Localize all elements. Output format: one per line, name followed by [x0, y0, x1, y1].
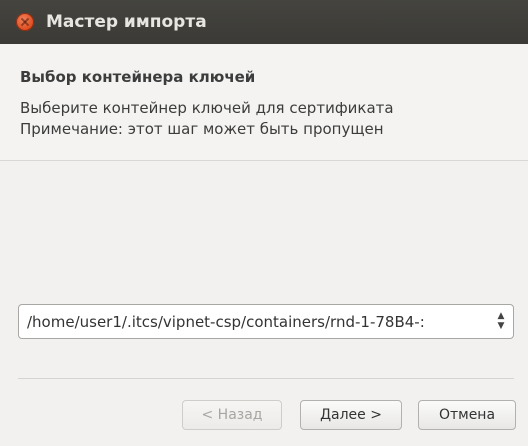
page-title: Выбор контейнера ключей: [20, 68, 256, 86]
container-select[interactable]: /home/user1/.itcs/vipnet-csp/containers/…: [18, 304, 514, 339]
cancel-button[interactable]: Отмена: [418, 400, 516, 430]
import-wizard-window: Мастер импорта Выбор контейнера ключей В…: [0, 0, 528, 446]
footer-divider: [18, 378, 514, 379]
updown-arrows-icon[interactable]: ▲ ▼: [495, 311, 507, 333]
page-description: Выберите контейнер ключей для сертификат…: [20, 99, 394, 117]
window-title: Мастер импорта: [46, 12, 207, 32]
next-button[interactable]: Далее >: [300, 400, 402, 430]
close-icon[interactable]: [16, 13, 34, 31]
back-button[interactable]: < Назад: [182, 400, 282, 430]
container-path-value: /home/user1/.itcs/vipnet-csp/containers/…: [27, 313, 425, 331]
title-bar[interactable]: Мастер импорта: [0, 0, 528, 44]
wizard-header: Выбор контейнера ключей Выберите контейн…: [0, 44, 528, 161]
page-note: Примечание: этот шаг может быть пропущен: [20, 120, 384, 138]
